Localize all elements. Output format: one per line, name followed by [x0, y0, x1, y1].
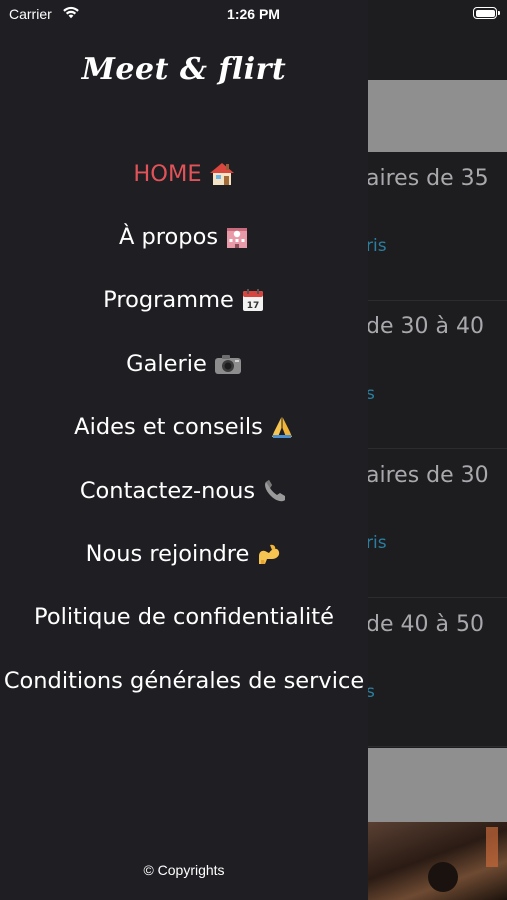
- camera-icon: [214, 353, 242, 375]
- menu-item-label: HOME: [133, 160, 202, 187]
- background-header: [368, 80, 507, 152]
- drawer-menu: HOME À propos Programme 17 Galerie Aides…: [0, 142, 368, 713]
- event-card-title: de 30 à 40: [368, 314, 484, 339]
- menu-item-label: Nous rejoindre: [85, 541, 250, 568]
- menu-item-label: Galerie: [126, 350, 207, 377]
- house-icon: [209, 162, 235, 186]
- svg-text:17: 17: [247, 301, 260, 311]
- menu-item-label: Programme: [103, 287, 234, 314]
- event-card-title: aires de 35: [368, 166, 489, 191]
- menu-item-label: Conditions générales de service: [3, 667, 365, 694]
- menu-item-label: À propos: [118, 224, 219, 251]
- event-card-link[interactable]: s: [368, 384, 375, 404]
- event-card[interactable]: aires de 30 ris: [368, 449, 507, 598]
- menu-item-nous-rejoindre[interactable]: Nous rejoindre: [0, 522, 368, 585]
- flexed-biceps-icon: [256, 542, 282, 566]
- menu-item-aides-et-conseils[interactable]: Aides et conseils: [0, 396, 368, 459]
- event-card-link[interactable]: s: [368, 682, 375, 702]
- calendar-icon: 17: [241, 288, 265, 312]
- hotel-icon: [225, 225, 249, 249]
- event-card-title: aires de 30: [368, 463, 489, 488]
- menu-item-conditions-generales[interactable]: Conditions générales de service: [0, 649, 368, 712]
- menu-item-contactez-nous[interactable]: Contactez-nous: [0, 459, 368, 522]
- menu-item-galerie[interactable]: Galerie: [0, 332, 368, 395]
- status-bar: Carrier 1:26 PM: [0, 0, 507, 28]
- event-card[interactable]: aires de 35 ris: [368, 152, 507, 301]
- phone-icon: [262, 479, 288, 503]
- menu-item-programme[interactable]: Programme 17: [0, 269, 368, 332]
- folded-hands-icon: [270, 415, 294, 439]
- background-banner: [368, 748, 507, 822]
- side-drawer: Meet & flirt HOME À propos Programme 17 …: [0, 0, 368, 900]
- copyright-text: © Copyrights: [143, 862, 225, 878]
- menu-item-label: Contactez-nous: [79, 477, 256, 504]
- event-card[interactable]: de 40 à 50 s: [368, 598, 507, 747]
- event-card-link[interactable]: ris: [368, 236, 387, 256]
- menu-item-label: Politique de confidentialité: [34, 604, 334, 631]
- background-page: aires de 35 ris de 30 à 40 s aires de 30…: [368, 0, 507, 900]
- brand-logo: Meet & flirt: [81, 52, 287, 87]
- menu-item-a-propos[interactable]: À propos: [0, 205, 368, 268]
- menu-item-politique-de-confidentialite[interactable]: Politique de confidentialité: [0, 586, 368, 649]
- event-card[interactable]: de 30 à 40 s: [368, 300, 507, 449]
- event-card-title: de 40 à 50: [368, 612, 484, 637]
- event-card-link[interactable]: ris: [368, 533, 387, 553]
- background-photo: [368, 822, 507, 900]
- menu-item-label: Aides et conseils: [74, 414, 263, 441]
- clock: 1:26 PM: [227, 6, 280, 22]
- battery-icon: [473, 7, 500, 19]
- menu-item-home[interactable]: HOME: [0, 142, 368, 205]
